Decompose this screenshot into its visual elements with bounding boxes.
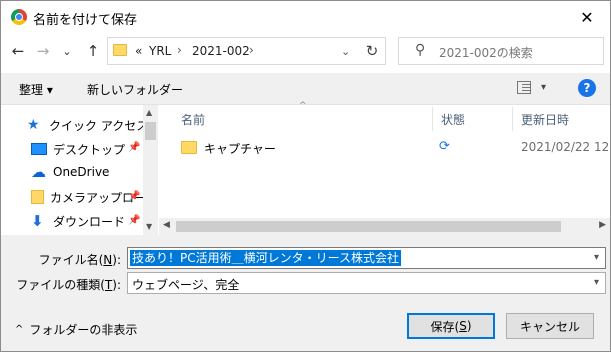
view-dropdown[interactable]: ▾: [541, 82, 546, 93]
cloud-icon: ☁: [31, 163, 46, 181]
file-list: ^ 名前 状態 更新日時 キャプチャー ⟳ 2021/02/22 12:06: [159, 101, 610, 235]
scroll-down-icon[interactable]: ▼: [146, 222, 152, 231]
organize-menu[interactable]: 整理 ▾: [19, 81, 53, 98]
star-icon: ★: [27, 117, 40, 133]
nav-item-label: ダウンロード: [53, 214, 126, 229]
folder-icon: [181, 141, 197, 154]
nav-item-label: デスクトップ: [53, 142, 126, 157]
folder-icon: [113, 44, 127, 56]
hide-folders-label: フォルダーの非表示: [29, 323, 138, 337]
dialog-title: 名前を付けて保存: [33, 13, 138, 28]
column-divider[interactable]: [432, 107, 433, 131]
pin-icon: 📌: [128, 191, 141, 202]
column-header-status[interactable]: 状態: [441, 111, 465, 128]
scroll-up-icon[interactable]: ▲: [146, 108, 152, 117]
file-modified-date: 2021/02/22 12:06: [521, 140, 610, 154]
filename-label-key: N: [103, 253, 113, 267]
save-label: 保存(: [430, 319, 460, 334]
nav-item-label: クイック アクセス: [49, 118, 149, 133]
desktop-icon: [31, 143, 47, 155]
column-header-name[interactable]: 名前: [181, 111, 205, 128]
file-name[interactable]: キャプチャー: [204, 140, 276, 157]
chevron-up-icon: ^: [15, 324, 24, 335]
save-as-dialog: 名前を付けて保存 ✕ ← → ⌄ ↑ « YRL › 2021-002 › ⌄ …: [0, 0, 611, 352]
chevron-right-icon[interactable]: ›: [177, 43, 182, 57]
breadcrumb-2021-002[interactable]: 2021-002: [192, 44, 250, 58]
search-placeholder: 2021-002の検索: [439, 46, 533, 60]
save-key: S: [459, 319, 467, 333]
file-list-horizontal-scrollbar[interactable]: ◀ ▶: [159, 218, 610, 235]
download-icon: ⬇: [31, 212, 44, 230]
column-divider[interactable]: [512, 107, 513, 131]
help-icon[interactable]: ?: [578, 79, 596, 97]
title-bar: 名前を付けて保存 ✕: [1, 1, 610, 33]
filetype-select[interactable]: ウェブページ、完全 ▾: [127, 272, 606, 294]
recent-locations-dropdown[interactable]: ⌄: [56, 39, 78, 63]
pin-icon: 📌: [128, 142, 141, 153]
chevron-right-icon[interactable]: ›: [249, 43, 254, 57]
pin-icon: 📌: [128, 215, 141, 226]
sort-ascending-icon: ^: [299, 101, 307, 111]
filetype-value: ウェブページ、完全: [132, 278, 240, 292]
scroll-left-icon[interactable]: ◀: [163, 220, 170, 230]
breadcrumb-yrl[interactable]: YRL: [149, 44, 171, 58]
hide-folders-toggle[interactable]: ^ フォルダーの非表示: [15, 321, 137, 338]
filetype-label-end: ):: [112, 278, 121, 292]
nav-pane-scrollbar[interactable]: ▲ ▼: [143, 105, 158, 235]
save-label-end: ): [466, 319, 472, 333]
chevron-down-icon[interactable]: ▾: [594, 277, 599, 288]
chevron-down-icon[interactable]: ▾: [594, 252, 599, 263]
new-folder-button[interactable]: 新しいフォルダー: [87, 81, 183, 98]
close-button[interactable]: ✕: [564, 1, 610, 33]
navigation-pane: ★ クイック アクセス デスクトップ 📌 ☁ OneDrive カメラアップロー…: [1, 105, 158, 235]
up-button[interactable]: ↑: [82, 39, 104, 63]
scrollbar-thumb[interactable]: [145, 122, 156, 140]
address-history-dropdown[interactable]: ⌄: [341, 45, 350, 58]
search-icon: ⚲: [415, 42, 426, 58]
search-input[interactable]: ⚲ 2021-002の検索: [398, 37, 604, 65]
breadcrumb-overflow[interactable]: «: [135, 44, 142, 58]
scroll-right-icon[interactable]: ▶: [599, 220, 606, 230]
filename-label: ファイル名(N):: [3, 251, 121, 268]
nav-item-desktop[interactable]: デスクトップ: [31, 139, 125, 159]
scrollbar-thumb[interactable]: [176, 221, 561, 232]
column-header-modified[interactable]: 更新日時: [521, 111, 569, 128]
filename-value[interactable]: 技あり！PC活用術＿横河レンタ・リース株式会社: [130, 250, 402, 266]
sync-status-icon: ⟳: [439, 139, 450, 154]
forward-button[interactable]: →: [32, 39, 54, 63]
nav-item-label: OneDrive: [53, 165, 110, 179]
chrome-icon: [11, 9, 27, 25]
save-options-area: ファイル名(N): 技あり！PC活用術＿横河レンタ・リース株式会社 ▾ ファイル…: [1, 235, 610, 351]
filetype-label-text: ファイルの種類(: [16, 278, 105, 292]
camera-folder-icon: [31, 190, 44, 204]
nav-item-quick-access[interactable]: ★ クイック アクセス: [27, 115, 148, 135]
filename-label-end: ):: [112, 253, 121, 267]
filename-field[interactable]: 技あり！PC活用術＿横河レンタ・リース株式会社 ▾: [127, 247, 606, 269]
refresh-button[interactable]: ↻: [359, 38, 385, 64]
save-button[interactable]: 保存(S): [407, 313, 495, 339]
nav-item-onedrive[interactable]: ☁ OneDrive: [31, 162, 109, 182]
filename-label-text: ファイル名(: [38, 253, 104, 267]
nav-item-downloads[interactable]: ⬇ ダウンロード: [31, 211, 125, 231]
cancel-button[interactable]: キャンセル: [506, 313, 594, 339]
filetype-label: ファイルの種類(T):: [3, 276, 121, 293]
view-options-icon[interactable]: [517, 81, 531, 94]
back-button[interactable]: ←: [7, 39, 29, 63]
